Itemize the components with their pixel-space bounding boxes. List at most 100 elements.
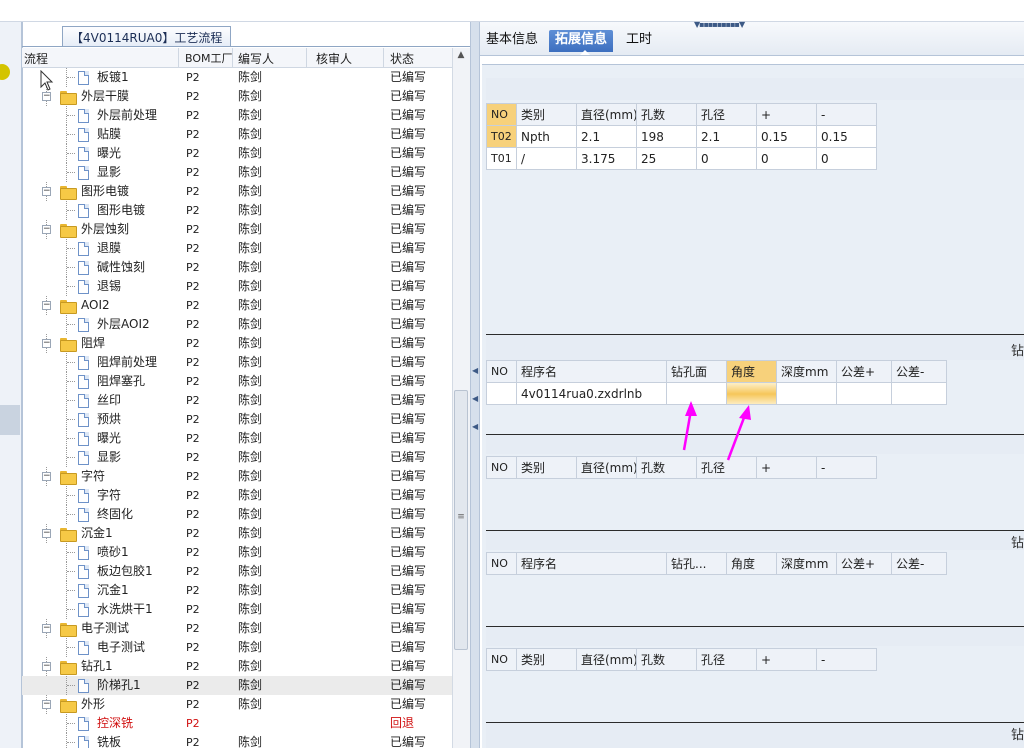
tree-node-label[interactable]: 板边包胶1 [97, 562, 153, 581]
table-header-cell[interactable]: NO [486, 360, 517, 383]
tree-node[interactable]: − 图形电镀 [22, 182, 177, 201]
tree-row[interactable]: 终固化 P2 陈剑 已编写 [22, 505, 452, 524]
tree-node[interactable]: 显影 [22, 448, 177, 467]
table-header-cell[interactable]: 程序名 [516, 360, 667, 383]
table-cell[interactable]: 0.15 [816, 125, 877, 148]
table-header-cell[interactable]: NO [486, 456, 517, 479]
collapse-toggle-icon[interactable]: − [42, 472, 51, 481]
table-header-cell[interactable]: - [816, 103, 877, 126]
table-header-cell[interactable]: + [756, 103, 817, 126]
tree-node[interactable]: − 电子测试 [22, 619, 177, 638]
table-header-cell[interactable]: 直径(mm) [576, 648, 637, 671]
table-cell[interactable]: / [516, 147, 577, 170]
collapse-toggle-icon[interactable]: − [42, 92, 51, 101]
tree-node[interactable]: 控深铣 [22, 714, 177, 733]
tree-node[interactable]: 电子测试 [22, 638, 177, 657]
tree-node-label[interactable]: 终固化 [97, 505, 133, 524]
collapse-toggle-icon[interactable]: − [42, 225, 51, 234]
collapse-toggle-icon[interactable]: − [42, 301, 51, 310]
table-header-cell[interactable]: 孔数 [636, 103, 697, 126]
table-cell[interactable] [891, 382, 947, 405]
tree-node-label[interactable]: 阻焊 [81, 334, 105, 353]
tree-row[interactable]: − 字符 P2 陈剑 已编写 [22, 467, 452, 486]
collapse-left-arrow-icon[interactable]: ◀ [472, 366, 478, 375]
tree-node-label[interactable]: AOI2 [81, 296, 110, 315]
table-cell[interactable]: 3.175 [576, 147, 637, 170]
tree-node[interactable]: − 沉金1 [22, 524, 177, 543]
table-header-cell[interactable]: 类别 [516, 103, 577, 126]
tree-node-label[interactable]: 喷砂1 [97, 543, 129, 562]
tree-node[interactable]: 水洗烘干1 [22, 600, 177, 619]
tree-row[interactable]: 阶梯孔1 P2 陈剑 已编写 [22, 676, 452, 695]
tree-row[interactable]: − 外层干膜 P2 陈剑 已编写 [22, 87, 452, 106]
tree-node-label[interactable]: 阻焊塞孔 [97, 372, 145, 391]
table-cell[interactable]: 0 [816, 147, 877, 170]
tree-node-label[interactable]: 外层前处理 [97, 106, 157, 125]
table-header-cell[interactable]: 程序名 [516, 552, 667, 575]
tree-row[interactable]: 水洗烘干1 P2 陈剑 已编写 [22, 600, 452, 619]
table-header-cell[interactable]: 孔径 [696, 103, 757, 126]
table-cell[interactable]: 0.15 [756, 125, 817, 148]
left-selection-block[interactable] [0, 405, 20, 435]
tree-node-label[interactable]: 外形 [81, 695, 105, 714]
table-row[interactable]: T01/3.175 25 0 0 0 [486, 147, 877, 170]
table-header-cell[interactable]: - [816, 648, 877, 671]
tree-node-label[interactable]: 外层蚀刻 [81, 220, 129, 239]
tree-row[interactable]: 曝光 P2 陈剑 已编写 [22, 429, 452, 448]
tree-node-label[interactable]: 字符 [81, 467, 105, 486]
column-header-reviewer[interactable]: 核审人 [316, 50, 352, 68]
tree-node-label[interactable]: 外层干膜 [81, 87, 129, 106]
table-header-cell[interactable]: NO [486, 648, 517, 671]
tree-row[interactable]: − 阻焊 P2 陈剑 已编写 [22, 334, 452, 353]
tree-node[interactable]: 阻焊前处理 [22, 353, 177, 372]
tree-row[interactable]: 控深铣 P2 回退 [22, 714, 452, 733]
table-header-cell[interactable]: 孔数 [636, 648, 697, 671]
tab-extended-info[interactable]: 拓展信息 [549, 30, 614, 52]
tree-node[interactable]: 外层前处理 [22, 106, 177, 125]
table-header-cell[interactable]: 钻孔... [666, 552, 727, 575]
table-cell[interactable] [836, 382, 892, 405]
tree-row[interactable]: 贴膜 P2 陈剑 已编写 [22, 125, 452, 144]
table-header-cell[interactable]: NO [486, 103, 517, 126]
tree-node[interactable]: 图形电镀 [22, 201, 177, 220]
tree-row[interactable]: 铣板 P2 陈剑 已编写 [22, 733, 452, 748]
tree-row[interactable]: 图形电镀 P2 陈剑 已编写 [22, 201, 452, 220]
tree-row[interactable]: 阻焊塞孔 P2 陈剑 已编写 [22, 372, 452, 391]
tree-node-label[interactable]: 板镀1 [97, 68, 129, 87]
tree-node-label[interactable]: 显影 [97, 163, 121, 182]
table-cell[interactable]: 0 [696, 147, 757, 170]
collapse-toggle-icon[interactable]: − [42, 529, 51, 538]
table-cell[interactable]: 4v0114rua0.zxdrlnb [516, 382, 667, 405]
tree-row[interactable]: 喷砂1 P2 陈剑 已编写 [22, 543, 452, 562]
tree-node[interactable]: − 钻孔1 [22, 657, 177, 676]
tree-row[interactable]: − AOI2 P2 陈剑 已编写 [22, 296, 452, 315]
tree-row[interactable]: 板镀1 P2 陈剑 已编写 [22, 68, 452, 87]
tree-row[interactable]: 电子测试 P2 陈剑 已编写 [22, 638, 452, 657]
tree-node[interactable]: 外层AOI2 [22, 315, 177, 334]
table-cell[interactable]: 2.1 [696, 125, 757, 148]
tree-node[interactable]: 退膜 [22, 239, 177, 258]
table-header-cell[interactable]: 直径(mm) [576, 103, 637, 126]
table-row[interactable]: T02 Npth 2.1 198 2.1 0.15 0.15 [486, 125, 877, 148]
column-header-process[interactable]: 流程 [24, 50, 48, 68]
table-cell[interactable]: Npth [516, 125, 577, 148]
tree-node-label[interactable]: 控深铣 [97, 714, 133, 733]
table-cell[interactable]: 0 [756, 147, 817, 170]
tab-basic-info[interactable]: 基本信息 [480, 30, 544, 52]
tree-node[interactable]: 沉金1 [22, 581, 177, 600]
column-header-status[interactable]: 状态 [390, 50, 414, 68]
tree-node-label[interactable]: 贴膜 [97, 125, 121, 144]
tree-node[interactable]: 丝印 [22, 391, 177, 410]
tree-row[interactable]: − 电子测试 P2 陈剑 已编写 [22, 619, 452, 638]
column-separator[interactable] [306, 48, 307, 68]
tree-node[interactable]: 阶梯孔1 [22, 676, 177, 695]
tree-node[interactable]: 终固化 [22, 505, 177, 524]
tree-node[interactable]: − 字符 [22, 467, 177, 486]
tab-work-hours[interactable]: 工时 [620, 30, 658, 52]
drag-handle-icon[interactable]: ▼▪▪▪▪▪▪▪▪▪▼ [694, 20, 745, 29]
tree-row[interactable]: 退膜 P2 陈剑 已编写 [22, 239, 452, 258]
tree-node[interactable]: 预烘 [22, 410, 177, 429]
tree-node[interactable]: − 阻焊 [22, 334, 177, 353]
tree-row[interactable]: − 钻孔1 P2 陈剑 已编写 [22, 657, 452, 676]
tree-node-label[interactable]: 显影 [97, 448, 121, 467]
